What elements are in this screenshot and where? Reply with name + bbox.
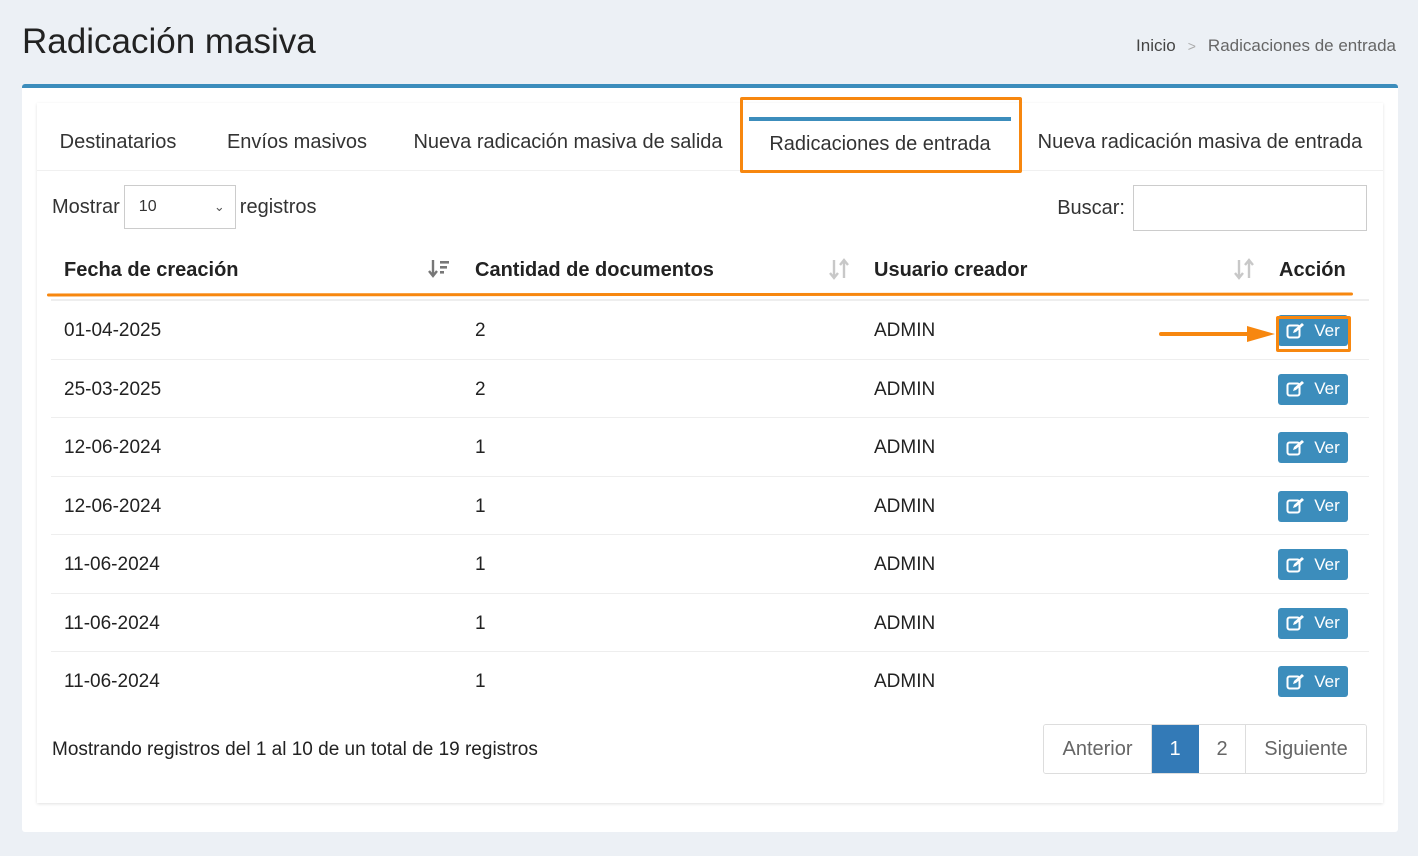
column-header-usuario[interactable]: Usuario creador — [874, 259, 1027, 282]
cell-cantidad: 1 — [475, 612, 486, 634]
ver-button-label: Ver — [1314, 320, 1340, 340]
cell-fecha: 11-06-2024 — [64, 671, 160, 692]
page-length-control: Mostrar 10 ⌄ registros — [52, 185, 317, 229]
search-input[interactable] — [1133, 185, 1367, 231]
cell-usuario: ADMIN — [874, 554, 936, 575]
breadcrumb-home-link[interactable]: Inicio — [1136, 36, 1176, 56]
edit-icon — [1286, 673, 1306, 691]
cell-fecha: 12-06-2024 — [64, 495, 162, 517]
cell-cantidad: 1 — [475, 495, 486, 517]
pagination-page-2[interactable]: 2 — [1199, 725, 1246, 773]
column-header-accion: Acción — [1279, 259, 1346, 281]
cell-usuario: ADMIN — [874, 378, 936, 400]
edit-icon — [1286, 439, 1306, 457]
pagination-page-1[interactable]: 1 — [1152, 725, 1199, 773]
edit-icon — [1286, 380, 1306, 398]
ver-button-label: Ver — [1314, 554, 1340, 574]
pagination-prev-button[interactable]: Anterior — [1044, 725, 1152, 773]
tab-envios-masivos[interactable]: Envíos masivos — [211, 117, 383, 167]
cell-usuario: ADMIN — [874, 495, 936, 517]
cell-cantidad: 2 — [475, 320, 486, 341]
cell-cantidad: 1 — [475, 554, 486, 575]
records-label: registros — [239, 195, 317, 218]
cell-cantidad: 1 — [475, 437, 486, 458]
ver-button-label: Ver — [1314, 671, 1340, 691]
breadcrumb-separator: > — [1187, 38, 1196, 54]
table-header: Fecha de creación Cantidad de documentos… — [51, 255, 1369, 297]
tab-nueva-radicacion-entrada[interactable]: Nueva radicación masiva de entrada — [1027, 117, 1373, 167]
pagination-next-button[interactable]: Siguiente — [1246, 725, 1366, 773]
cell-fecha: 25-03-2025 — [64, 378, 162, 400]
cell-fecha: 12-06-2024 — [64, 437, 162, 458]
table-row: 25-03-2025 2 ADMIN Ver — [51, 360, 1369, 418]
cell-fecha: 01-04-2025 — [64, 320, 162, 341]
ver-button[interactable]: Ver — [1278, 666, 1348, 697]
sort-icon[interactable] — [827, 257, 851, 287]
tab-bar: Destinatarios Envíos masivos Nueva radic… — [37, 97, 1383, 173]
edit-icon — [1286, 497, 1306, 515]
ver-button-label: Ver — [1314, 613, 1340, 632]
table-body: 01-04-2025 2 ADMIN Ver 25-03-2025 2 ADMI… — [51, 301, 1369, 711]
cell-cantidad: 1 — [475, 671, 486, 692]
cell-fecha: 11-06-2024 — [64, 554, 160, 575]
page-length-value: 10 — [138, 198, 157, 215]
table-row: 11-06-2024 1 ADMIN Ver — [51, 652, 1369, 711]
edit-icon — [1286, 322, 1306, 340]
search-label: Buscar: — [1057, 196, 1125, 219]
pagination: Anterior 1 2 Siguiente — [1043, 724, 1367, 774]
column-header-fecha[interactable]: Fecha de creación — [64, 259, 239, 282]
ver-button-label: Ver — [1314, 379, 1340, 398]
table-row: 11-06-2024 1 ADMIN Ver — [51, 535, 1369, 594]
cell-usuario: ADMIN — [874, 437, 936, 458]
table-row: 12-06-2024 1 ADMIN Ver — [51, 477, 1369, 535]
cell-usuario: ADMIN — [874, 612, 936, 634]
ver-button[interactable]: Ver — [1278, 315, 1348, 346]
page-length-select[interactable]: 10 ⌄ — [123, 185, 236, 229]
breadcrumb-current: Radicaciones de entrada — [1207, 36, 1396, 55]
chevron-down-icon: ⌄ — [213, 199, 225, 214]
search-control: Buscar: — [1057, 185, 1367, 231]
ver-button[interactable]: Ver — [1278, 607, 1348, 639]
column-header-cantidad[interactable]: Cantidad de documentos — [475, 259, 714, 282]
edit-icon — [1286, 556, 1306, 574]
content-box: Destinatarios Envíos masivos Nueva radic… — [22, 84, 1398, 832]
ver-button-label: Ver — [1314, 437, 1340, 457]
show-label: Mostrar — [52, 195, 120, 218]
ver-button-label: Ver — [1314, 496, 1340, 515]
tab-panel: Destinatarios Envíos masivos Nueva radic… — [37, 97, 1383, 803]
ver-button[interactable]: Ver — [1278, 432, 1348, 463]
edit-icon — [1286, 614, 1306, 632]
tab-radicaciones-entrada[interactable]: Radicaciones de entrada — [749, 117, 1011, 167]
cell-cantidad: 2 — [475, 378, 486, 400]
table-row: 12-06-2024 1 ADMIN Ver — [51, 418, 1369, 477]
ver-button[interactable]: Ver — [1278, 373, 1348, 405]
ver-button[interactable]: Ver — [1278, 490, 1348, 522]
sort-desc-icon[interactable] — [427, 257, 451, 287]
cell-usuario: ADMIN — [874, 320, 936, 341]
page-title: Radicación masiva — [22, 22, 316, 61]
table-row: 01-04-2025 2 ADMIN Ver — [51, 301, 1369, 360]
breadcrumb: Inicio > Radicaciones de entrada — [1136, 36, 1396, 56]
table-info: Mostrando registros del 1 al 10 de un to… — [52, 739, 538, 760]
sort-icon[interactable] — [1232, 257, 1256, 287]
cell-fecha: 11-06-2024 — [64, 612, 160, 634]
ver-button[interactable]: Ver — [1278, 549, 1348, 580]
tab-nueva-radicacion-salida[interactable]: Nueva radicación masiva de salida — [403, 117, 733, 167]
table-row: 11-06-2024 1 ADMIN Ver — [51, 594, 1369, 652]
tab-destinatarios[interactable]: Destinatarios — [37, 117, 199, 167]
cell-usuario: ADMIN — [874, 671, 936, 692]
